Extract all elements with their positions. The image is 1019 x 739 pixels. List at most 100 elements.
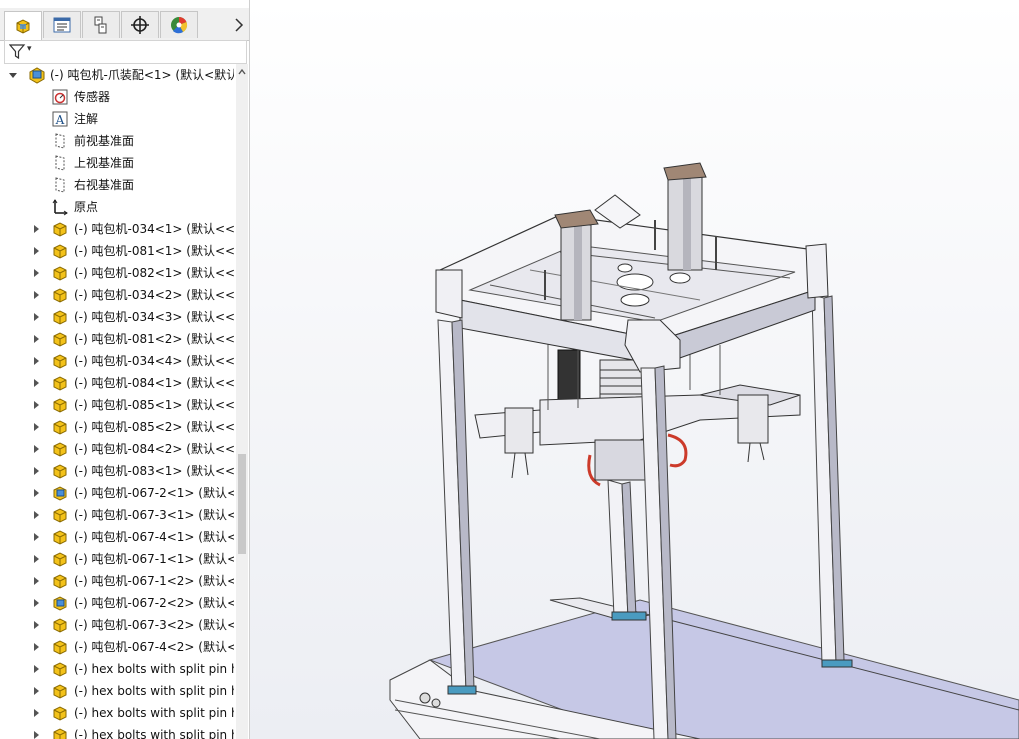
expand-arrow-icon[interactable]	[31, 400, 41, 410]
expand-arrow-icon[interactable]	[31, 334, 41, 344]
assembly-icon	[29, 67, 45, 84]
scrollbar-thumb[interactable]	[238, 454, 246, 554]
scroll-up-arrow-icon[interactable]	[238, 68, 246, 76]
tree-item-label: (-) 吨包机-067-1<1> (默认<	[74, 552, 234, 566]
expand-arrow-icon[interactable]	[31, 246, 41, 256]
expand-arrow-icon[interactable]	[31, 532, 41, 542]
tab-property-manager[interactable]	[43, 11, 81, 38]
part-icon	[53, 530, 67, 545]
tree-scrollbar[interactable]	[236, 64, 248, 739]
tree-item-label: (-) hex bolts with split pin h	[74, 706, 234, 720]
collapse-arrow-icon[interactable]	[8, 70, 18, 80]
tree-item-component[interactable]: (-) 吨包机-067-3<2> (默认<	[0, 614, 236, 636]
tree-item-label: 前视基准面	[74, 134, 135, 148]
assembly-3d-model[interactable]	[250, 0, 1019, 739]
tree-item-component[interactable]: (-) 吨包机-034<1> (默认<<默	[0, 218, 236, 240]
tree-item-label: (-) hex bolts with split pin h	[74, 728, 234, 739]
expand-arrow-icon[interactable]	[31, 620, 41, 630]
feature-filter-bar[interactable]: ▾	[4, 40, 247, 64]
tree-item-system[interactable]: 前视基准面	[0, 130, 236, 152]
tree-item-component[interactable]: (-) 吨包机-085<1> (默认<<默	[0, 394, 236, 416]
tree-item-component[interactable]: (-) 吨包机-067-3<1> (默认<	[0, 504, 236, 526]
tree-item-system[interactable]: 右视基准面	[0, 174, 236, 196]
expand-arrow-icon[interactable]	[31, 224, 41, 234]
expand-arrow-icon[interactable]	[31, 686, 41, 696]
expand-arrow-icon[interactable]	[31, 708, 41, 718]
tree-item-component[interactable]: (-) 吨包机-067-4<2> (默认<	[0, 636, 236, 658]
feature-tree: (-) 吨包机-爪装配<1> (默认<默认传感器 A 注解前视基准面上视基准面右视基…	[0, 64, 236, 739]
tree-item-component[interactable]: (-) 吨包机-034<3> (默认<<默	[0, 306, 236, 328]
expand-arrow-icon[interactable]	[31, 510, 41, 520]
tree-item-label: (-) 吨包机-081<1> (默认<<默	[74, 244, 234, 258]
tree-item-label: (-) 吨包机-067-1<2> (默认<	[74, 574, 234, 588]
tree-item-component[interactable]: (-) hex bolts with split pin h	[0, 658, 236, 680]
tab-configuration-manager[interactable]	[82, 11, 120, 38]
tree-item-system[interactable]: 传感器	[0, 86, 236, 108]
tab-feature-tree[interactable]	[4, 11, 42, 41]
tree-item-label: (-) 吨包机-034<4> (默认<<默	[74, 354, 234, 368]
tree-item-component[interactable]: (-) 吨包机-034<4> (默认<<默	[0, 350, 236, 372]
filter-icon[interactable]	[9, 44, 29, 60]
expand-arrow-icon[interactable]	[31, 356, 41, 366]
expand-arrow-icon[interactable]	[31, 444, 41, 454]
expand-arrow-icon[interactable]	[31, 466, 41, 476]
tree-item-label: (-) 吨包机-081<2> (默认<<默	[74, 332, 234, 346]
tree-item-system[interactable]: 原点	[0, 196, 236, 218]
tree-item-system[interactable]: A 注解	[0, 108, 236, 130]
tree-item-component[interactable]: (-) 吨包机-081<2> (默认<<默	[0, 328, 236, 350]
part-icon	[53, 442, 67, 457]
tree-item-component[interactable]: (-) 吨包机-067-2<1> (默认<默	[0, 482, 236, 504]
tree-item-label: (-) 吨包机-067-3<2> (默认<	[74, 618, 234, 632]
tree-item-label: (-) 吨包机-085<1> (默认<<默	[74, 398, 234, 412]
part-icon	[53, 332, 67, 347]
tree-item-label: (-) 吨包机-034<2> (默认<<默	[74, 288, 234, 302]
tree-item-component[interactable]: (-) 吨包机-034<2> (默认<<默	[0, 284, 236, 306]
conveyor-belt	[389, 597, 1019, 739]
expand-arrow-icon[interactable]	[31, 730, 41, 739]
expand-arrow-icon[interactable]	[31, 642, 41, 652]
expand-arrow-icon[interactable]	[31, 268, 41, 278]
part-icon	[53, 618, 67, 633]
tree-item-component[interactable]: (-) 吨包机-083<1> (默认<<默	[0, 460, 236, 482]
tree-item-system[interactable]: 上视基准面	[0, 152, 236, 174]
expand-arrow-icon[interactable]	[31, 290, 41, 300]
tree-item-component[interactable]: (-) hex bolts with split pin h	[0, 724, 236, 739]
sensor-icon	[52, 89, 68, 105]
part-icon	[53, 464, 67, 479]
expand-arrow-icon[interactable]	[31, 312, 41, 322]
tree-item-label: 原点	[74, 200, 99, 214]
tree-root-assembly[interactable]: (-) 吨包机-爪装配<1> (默认<默认	[0, 64, 236, 86]
expand-arrow-icon[interactable]	[31, 598, 41, 608]
tree-item-component[interactable]: (-) 吨包机-082<1> (默认<<默	[0, 262, 236, 284]
tree-item-component[interactable]: (-) hex bolts with split pin h	[0, 702, 236, 724]
tree-item-label: (-) 吨包机-067-2<2> (默认<默	[74, 596, 234, 610]
tree-item-label: (-) hex bolts with split pin h	[74, 662, 234, 676]
expand-arrow-icon[interactable]	[31, 422, 41, 432]
tree-item-label: 上视基准面	[74, 156, 135, 170]
tree-item-component[interactable]: (-) 吨包机-067-1<2> (默认<	[0, 570, 236, 592]
expand-arrow-icon[interactable]	[31, 554, 41, 564]
expand-arrow-icon[interactable]	[31, 488, 41, 498]
tree-item-component[interactable]: (-) 吨包机-081<1> (默认<<默	[0, 240, 236, 262]
tree-item-component[interactable]: (-) 吨包机-067-2<2> (默认<默	[0, 592, 236, 614]
tab-dimxpert[interactable]	[121, 11, 159, 38]
tree-item-label: (-) 吨包机-084<1> (默认<<默	[74, 376, 234, 390]
configuration-manager-icon	[94, 16, 107, 34]
tree-item-label: (-) 吨包机-083<1> (默认<<默	[74, 464, 234, 478]
expand-arrow-icon[interactable]	[31, 664, 41, 674]
filter-dropdown-icon[interactable]: ▾	[27, 44, 32, 54]
part-icon	[53, 376, 67, 391]
tree-item-component[interactable]: (-) 吨包机-085<2> (默认<<默	[0, 416, 236, 438]
tree-item-component[interactable]: (-) 吨包机-067-4<1> (默认<	[0, 526, 236, 548]
tree-item-label: (-) 吨包机-爪装配<1> (默认<默认	[50, 68, 234, 82]
tab-display-manager[interactable]	[160, 11, 198, 38]
tree-item-component[interactable]: (-) 吨包机-067-1<1> (默认<	[0, 548, 236, 570]
tree-item-component[interactable]: (-) hex bolts with split pin h	[0, 680, 236, 702]
property-manager-icon	[53, 17, 71, 33]
more-tabs-chevron-icon[interactable]	[233, 16, 245, 34]
expand-arrow-icon[interactable]	[31, 576, 41, 586]
tree-item-component[interactable]: (-) 吨包机-084<2> (默认<<默	[0, 438, 236, 460]
expand-arrow-icon[interactable]	[31, 378, 41, 388]
tree-item-component[interactable]: (-) 吨包机-084<1> (默认<<默	[0, 372, 236, 394]
graphics-area[interactable]	[250, 0, 1019, 739]
